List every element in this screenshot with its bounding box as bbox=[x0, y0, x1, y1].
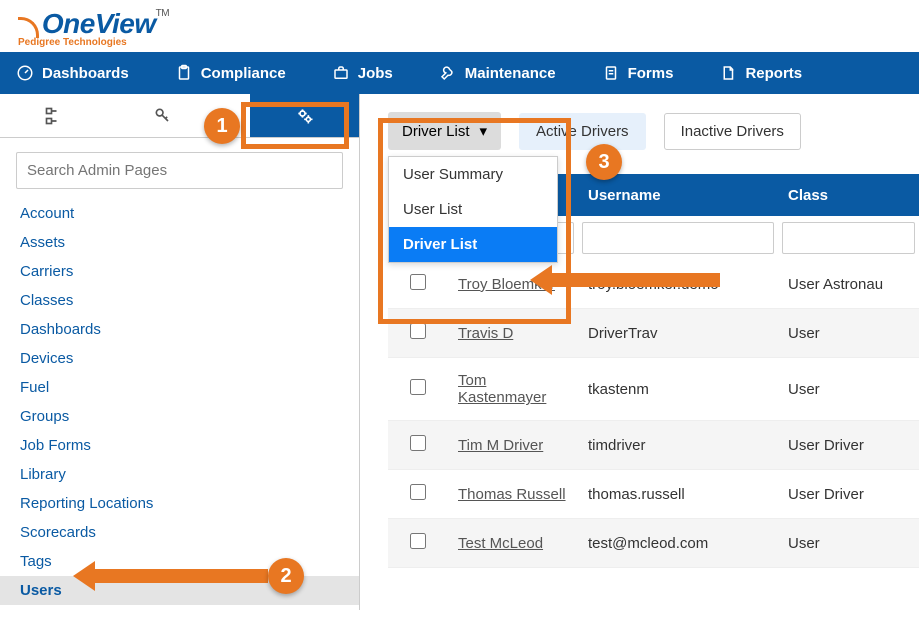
nav-compliance[interactable]: Compliance bbox=[167, 64, 294, 82]
table-row: Tom Kastenmayer tkastenmUser bbox=[388, 358, 919, 421]
caret-down-icon: ▾ bbox=[480, 122, 488, 140]
dropdown-option-user-summary[interactable]: User Summary bbox=[389, 157, 557, 192]
callout-2: 2 bbox=[268, 558, 304, 594]
top-nav: Dashboards Compliance Jobs Maintenance F… bbox=[0, 52, 919, 94]
driver-name-link[interactable]: Test McLeod bbox=[458, 535, 543, 552]
driver-username: test@mcleod.com bbox=[578, 519, 778, 568]
sidebar-item-reporting-locations[interactable]: Reporting Locations bbox=[0, 489, 359, 518]
row-checkbox[interactable] bbox=[410, 533, 426, 549]
driver-username: tkastenm bbox=[578, 358, 778, 421]
gears-icon bbox=[295, 106, 315, 126]
tree-icon bbox=[44, 106, 64, 126]
filter-class-input[interactable] bbox=[782, 222, 915, 254]
header-username[interactable]: Username bbox=[578, 174, 778, 216]
sidebar-item-account[interactable]: Account bbox=[0, 199, 359, 228]
sidebar-tab-key[interactable] bbox=[109, 94, 218, 137]
logo-tm: TM bbox=[156, 8, 169, 19]
driver-class: User Astronau bbox=[778, 260, 919, 309]
nav-forms[interactable]: Forms bbox=[594, 64, 682, 82]
sidebar-tabs bbox=[0, 94, 359, 138]
sidebar-item-groups[interactable]: Groups bbox=[0, 402, 359, 431]
nav-compliance-label: Compliance bbox=[201, 65, 286, 82]
nav-reports[interactable]: Reports bbox=[711, 64, 810, 82]
sidebar-item-library[interactable]: Library bbox=[0, 460, 359, 489]
logo-text: OneViewTM bbox=[42, 8, 169, 39]
row-checkbox[interactable] bbox=[410, 323, 426, 339]
row-checkbox[interactable] bbox=[410, 435, 426, 451]
driver-class: User Driver bbox=[778, 470, 919, 519]
table-row: Test McLeod test@mcleod.comUser bbox=[388, 519, 919, 568]
nav-jobs[interactable]: Jobs bbox=[324, 64, 401, 82]
filter-username-input[interactable] bbox=[582, 222, 774, 254]
sidebar-tab-tree[interactable] bbox=[0, 94, 109, 137]
dropdown-option-user-list[interactable]: User List bbox=[389, 192, 557, 227]
sidebar-item-dashboards[interactable]: Dashboards bbox=[0, 315, 359, 344]
wrench-icon bbox=[439, 64, 457, 82]
sidebar-search bbox=[16, 152, 343, 189]
driver-class: User bbox=[778, 358, 919, 421]
driver-username: DriverTrav bbox=[578, 309, 778, 358]
admin-pages-list: AccountAssetsCarriersClassesDashboardsDe… bbox=[0, 199, 359, 610]
nav-reports-label: Reports bbox=[745, 65, 802, 82]
callout-1: 1 bbox=[204, 108, 240, 144]
annotation-arrow-3 bbox=[530, 265, 720, 295]
driver-name-link[interactable]: Tom Kastenmayer bbox=[458, 372, 546, 406]
table-row: Tim M Driver timdriverUser Driver bbox=[388, 421, 919, 470]
nav-jobs-label: Jobs bbox=[358, 65, 393, 82]
callout-3: 3 bbox=[586, 144, 622, 180]
dropdown-option-driver-list[interactable]: Driver List bbox=[389, 227, 557, 262]
sidebar-item-devices[interactable]: Devices bbox=[0, 344, 359, 373]
sidebar-item-classes[interactable]: Classes bbox=[0, 286, 359, 315]
sidebar-item-assets[interactable]: Assets bbox=[0, 228, 359, 257]
logo-brand: OneView bbox=[42, 8, 156, 39]
key-icon bbox=[153, 106, 173, 126]
nav-maintenance[interactable]: Maintenance bbox=[431, 64, 564, 82]
table-row: Thomas Russell thomas.russellUser Driver bbox=[388, 470, 919, 519]
row-checkbox[interactable] bbox=[410, 274, 426, 290]
form-icon bbox=[602, 64, 620, 82]
nav-dashboards-label: Dashboards bbox=[42, 65, 129, 82]
annotation-arrow-2 bbox=[73, 561, 268, 591]
briefcase-icon bbox=[332, 64, 350, 82]
logo-arc-icon bbox=[18, 17, 42, 41]
driver-class: User Driver bbox=[778, 421, 919, 470]
row-checkbox[interactable] bbox=[410, 379, 426, 395]
filter-inactive-drivers[interactable]: Inactive Drivers bbox=[664, 113, 801, 150]
nav-dashboards[interactable]: Dashboards bbox=[8, 64, 137, 82]
view-dropdown-button[interactable]: Driver List ▾ bbox=[388, 112, 501, 150]
gauge-icon bbox=[16, 64, 34, 82]
main-content: Driver List ▾ Active Drivers Inactive Dr… bbox=[360, 94, 919, 610]
header-class[interactable]: Class bbox=[778, 174, 919, 216]
driver-name-link[interactable]: Thomas Russell bbox=[458, 486, 566, 503]
document-icon bbox=[719, 64, 737, 82]
table-row: Travis D DriverTravUser bbox=[388, 309, 919, 358]
sidebar-item-scorecards[interactable]: Scorecards bbox=[0, 518, 359, 547]
sidebar-item-job-forms[interactable]: Job Forms bbox=[0, 431, 359, 460]
view-dropdown-label: Driver List bbox=[402, 123, 470, 140]
logo-area: OneViewTM Pedigree Technologies bbox=[0, 0, 919, 52]
driver-class: User bbox=[778, 519, 919, 568]
sidebar-item-carriers[interactable]: Carriers bbox=[0, 257, 359, 286]
view-dropdown-menu: User SummaryUser ListDriver List bbox=[388, 156, 558, 263]
sidebar: AccountAssetsCarriersClassesDashboardsDe… bbox=[0, 94, 360, 610]
driver-name-link[interactable]: Travis D bbox=[458, 325, 513, 342]
driver-username: thomas.russell bbox=[578, 470, 778, 519]
driver-username: timdriver bbox=[578, 421, 778, 470]
search-input[interactable] bbox=[16, 152, 343, 189]
nav-forms-label: Forms bbox=[628, 65, 674, 82]
sidebar-item-fuel[interactable]: Fuel bbox=[0, 373, 359, 402]
filter-active-drivers[interactable]: Active Drivers bbox=[519, 113, 646, 150]
nav-maintenance-label: Maintenance bbox=[465, 65, 556, 82]
clipboard-icon bbox=[175, 64, 193, 82]
row-checkbox[interactable] bbox=[410, 484, 426, 500]
sidebar-tab-settings[interactable] bbox=[250, 94, 359, 137]
driver-class: User bbox=[778, 309, 919, 358]
users-toolbar: Driver List ▾ Active Drivers Inactive Dr… bbox=[388, 112, 919, 150]
driver-name-link[interactable]: Tim M Driver bbox=[458, 437, 543, 454]
